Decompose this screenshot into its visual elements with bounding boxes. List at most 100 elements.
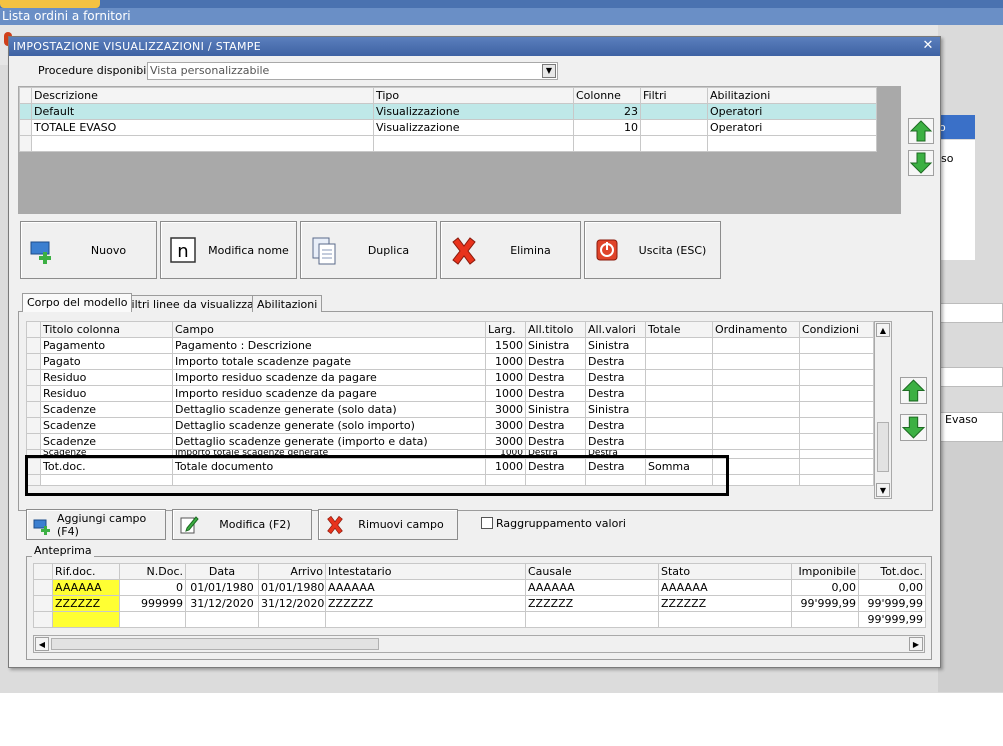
table-cell[interactable] bbox=[799, 474, 874, 486]
table-cell[interactable]: 99'999,99 bbox=[858, 595, 926, 612]
table-cell[interactable] bbox=[712, 449, 800, 459]
table-cell[interactable] bbox=[640, 119, 708, 136]
table-cell[interactable]: Sinistra bbox=[525, 337, 586, 354]
table-cell[interactable]: Visualizzazione bbox=[373, 119, 574, 136]
column-header[interactable]: Larg. bbox=[485, 321, 526, 338]
new-button[interactable]: Nuovo bbox=[20, 221, 157, 279]
table-cell[interactable] bbox=[799, 417, 874, 434]
table-cell[interactable]: Destra bbox=[585, 385, 646, 402]
table-cell[interactable]: Sinistra bbox=[585, 337, 646, 354]
table-cell[interactable]: AAAAAA bbox=[52, 579, 120, 596]
table-cell[interactable]: 1500 bbox=[485, 337, 526, 354]
table-row[interactable] bbox=[26, 474, 874, 486]
table-cell[interactable] bbox=[645, 417, 713, 434]
table-cell[interactable]: Destra bbox=[525, 385, 586, 402]
remove-field-button[interactable]: Rimuovi campo bbox=[318, 509, 458, 540]
close-icon[interactable]: ✕ bbox=[920, 38, 936, 54]
table-cell[interactable] bbox=[645, 353, 713, 370]
table-cell[interactable] bbox=[119, 611, 186, 628]
column-header[interactable]: Ordinamento bbox=[712, 321, 800, 338]
table-cell[interactable] bbox=[185, 611, 259, 628]
table-cell[interactable] bbox=[791, 611, 859, 628]
table-cell[interactable]: 1000 bbox=[485, 385, 526, 402]
table-row[interactable]: TOTALE EVASO Visualizzazione 10 Operator… bbox=[19, 119, 877, 136]
table-cell[interactable]: 10 bbox=[573, 119, 641, 136]
tab-abilitazioni[interactable]: Abilitazioni bbox=[252, 295, 323, 312]
table-cell[interactable] bbox=[712, 417, 800, 434]
table-cell[interactable] bbox=[573, 135, 641, 152]
table-cell[interactable] bbox=[525, 474, 586, 486]
table-cell[interactable]: Dettaglio scadenze generate (solo data) bbox=[172, 401, 486, 418]
table-cell[interactable]: 1000 bbox=[485, 449, 526, 459]
table-cell[interactable] bbox=[712, 458, 800, 475]
table-row[interactable]: AAAAAA 0 01/01/1980 01/01/1980 AAAAAA AA… bbox=[33, 579, 926, 596]
table-cell[interactable] bbox=[799, 433, 874, 450]
column-header[interactable]: Imponibile bbox=[791, 563, 859, 580]
column-header[interactable]: Descrizione bbox=[31, 87, 374, 104]
table-cell[interactable]: 1000 bbox=[485, 353, 526, 370]
table-cell[interactable]: Default bbox=[31, 103, 374, 120]
table-row[interactable]: Scadenze Dettaglio scadenze generate (imp… bbox=[26, 433, 874, 450]
table-row[interactable]: Scadenze Dettaglio scadenze generate (sol… bbox=[26, 417, 874, 434]
table-row[interactable]: Scadenze Importo totale scadenze generate… bbox=[26, 449, 874, 459]
duplicate-button[interactable]: Duplica bbox=[300, 221, 437, 279]
table-cell[interactable]: Sinistra bbox=[525, 401, 586, 418]
scroll-down-icon[interactable]: ▼ bbox=[876, 483, 890, 497]
table-cell[interactable]: Totale documento bbox=[172, 458, 486, 475]
table-row[interactable]: Tot.doc. Totale documento 1000 Destra Destra… bbox=[26, 458, 874, 475]
table-cell[interactable]: ZZZZZZ bbox=[658, 595, 792, 612]
column-header[interactable]: Totale bbox=[645, 321, 713, 338]
scroll-thumb[interactable] bbox=[877, 422, 889, 472]
table-cell[interactable]: AAAAAA bbox=[658, 579, 792, 596]
table-cell[interactable] bbox=[712, 433, 800, 450]
scroll-right-icon[interactable]: ▶ bbox=[909, 637, 923, 651]
column-header[interactable]: Condizioni bbox=[799, 321, 874, 338]
table-cell[interactable] bbox=[31, 135, 374, 152]
table-row[interactable]: Residuo Importo residuo scadenze da pagar… bbox=[26, 369, 874, 386]
edit-field-button[interactable]: Modifica (F2) bbox=[172, 509, 312, 540]
table-cell[interactable] bbox=[712, 474, 800, 486]
table-cell[interactable]: Dettaglio scadenze generate (importo e d… bbox=[172, 433, 486, 450]
table-cell[interactable]: AAAAAA bbox=[525, 579, 659, 596]
table-cell[interactable] bbox=[525, 611, 659, 628]
group-values-checkbox[interactable] bbox=[481, 517, 493, 529]
table-cell[interactable]: Dettaglio scadenze generate (solo import… bbox=[172, 417, 486, 434]
table-cell[interactable]: Destra bbox=[585, 417, 646, 434]
preview-grid[interactable]: Rif.doc. N.Doc. Data Arrivo Intestatario… bbox=[33, 563, 926, 628]
table-cell[interactable]: ZZZZZZ bbox=[525, 595, 659, 612]
table-cell[interactable] bbox=[658, 611, 792, 628]
table-row[interactable]: Default Visualizzazione 23 Operatori bbox=[19, 103, 877, 120]
column-header[interactable]: All.titolo bbox=[525, 321, 586, 338]
table-cell[interactable] bbox=[712, 401, 800, 418]
table-cell[interactable]: Destra bbox=[585, 353, 646, 370]
table-cell[interactable]: Destra bbox=[525, 417, 586, 434]
table-cell[interactable]: Scadenze bbox=[40, 401, 173, 418]
table-cell[interactable]: Importo residuo scadenze da pagare bbox=[172, 369, 486, 386]
column-header[interactable]: Campo bbox=[172, 321, 486, 338]
table-cell[interactable] bbox=[712, 369, 800, 386]
table-cell[interactable]: Destra bbox=[585, 458, 646, 475]
scroll-up-icon[interactable]: ▲ bbox=[876, 323, 890, 337]
table-cell[interactable]: 0,00 bbox=[858, 579, 926, 596]
scroll-left-icon[interactable]: ◀ bbox=[35, 637, 49, 651]
table-cell[interactable]: Sinistra bbox=[585, 401, 646, 418]
table-cell[interactable] bbox=[799, 449, 874, 459]
table-cell[interactable] bbox=[799, 458, 874, 475]
table-cell[interactable]: 31/12/2020 bbox=[185, 595, 259, 612]
table-cell[interactable] bbox=[645, 369, 713, 386]
tab-filtri-linee[interactable]: Filtri linee da visualizzare bbox=[121, 295, 270, 312]
table-cell[interactable]: Pagamento : Descrizione bbox=[172, 337, 486, 354]
column-header[interactable]: Filtri bbox=[640, 87, 708, 104]
table-row[interactable]: Pagato Importo totale scadenze pagate 1000… bbox=[26, 353, 874, 370]
table-row[interactable]: Scadenze Dettaglio scadenze generate (sol… bbox=[26, 401, 874, 418]
table-cell[interactable] bbox=[645, 385, 713, 402]
table-cell[interactable]: 3000 bbox=[485, 433, 526, 450]
table-cell[interactable] bbox=[52, 611, 120, 628]
table-cell[interactable]: Residuo bbox=[40, 369, 173, 386]
field-move-up-button[interactable] bbox=[900, 377, 927, 404]
table-cell[interactable] bbox=[373, 135, 574, 152]
table-cell[interactable]: 99'999,99 bbox=[791, 595, 859, 612]
table-cell[interactable]: Tot.doc. bbox=[40, 458, 173, 475]
table-cell[interactable]: Residuo bbox=[40, 385, 173, 402]
table-cell[interactable] bbox=[645, 401, 713, 418]
